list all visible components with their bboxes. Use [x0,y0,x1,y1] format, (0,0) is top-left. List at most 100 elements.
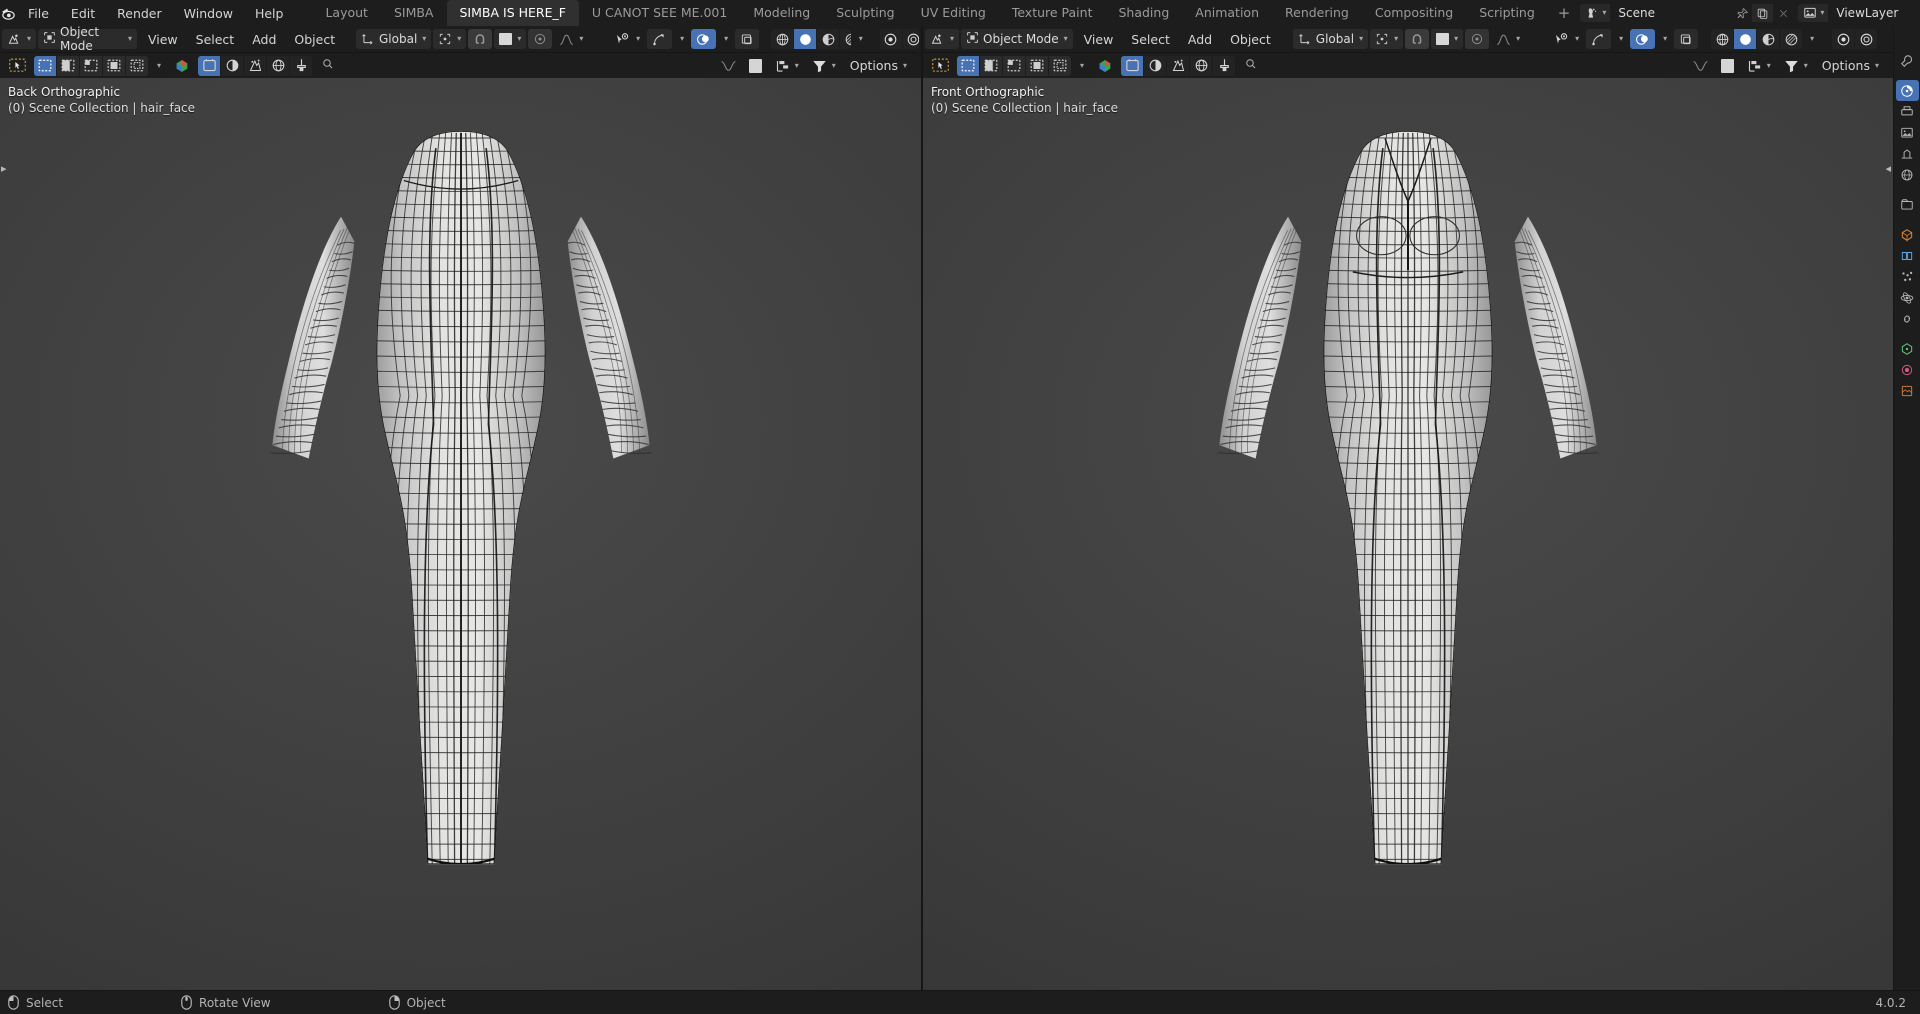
falloff-curve-selector[interactable]: ▾ [1491,29,1525,49]
scene-selector[interactable]: ▾ Scene [1580,4,1795,22]
snap-pivot-icon[interactable]: ▾ [770,56,804,76]
viewport-render-region-icon[interactable] [1855,29,1878,49]
search-field[interactable] [1238,55,1489,76]
tweak-tool-icon[interactable] [4,56,31,76]
particles-icon[interactable] [1167,55,1190,76]
workspace-tab-animation[interactable]: Animation [1182,0,1272,26]
falloff-icon[interactable] [716,56,741,76]
show-gizmo-visibility-icon[interactable]: ▾ [1549,29,1584,49]
workspace-tab-modeling[interactable]: Modeling [740,0,823,26]
viewport-3d[interactable]: ◂ Front Orthographic (0) Scene Collectio… [923,78,1893,990]
world-properties-icon[interactable] [1896,164,1919,185]
pivot-point-selector[interactable]: ▾ [433,29,467,49]
select-subtract-icon[interactable] [80,55,102,76]
workspace-tab-shading[interactable]: Shading [1105,0,1182,26]
scene-name[interactable]: Scene [1610,4,1733,22]
viewport-menu-add[interactable]: Add [1179,29,1221,49]
viewport-menu-object[interactable]: Object [1221,29,1280,49]
shading-dropdown[interactable]: ▾ [1804,29,1819,49]
mesh-object-hair_face[interactable] [1217,110,1599,967]
toggle-xray-icon[interactable] [735,29,760,49]
select-invert-icon[interactable] [1026,55,1048,76]
snap-pivot-icon[interactable]: ▾ [1742,56,1776,76]
workspace-tab-rendering[interactable]: Rendering [1272,0,1362,26]
output-properties-icon[interactable] [1896,101,1919,122]
sidebar-toggle-arrow[interactable]: ▸ [1,162,7,175]
mode-selector[interactable]: Object Mode ▾ [961,29,1073,49]
falloff-curve-selector[interactable]: ▾ [554,29,588,49]
select-intersect-icon[interactable] [126,55,148,76]
shading-dropdown[interactable]: ▾ [853,29,868,49]
scene-properties-icon[interactable] [1896,143,1919,164]
tweak-tool-icon[interactable] [927,56,954,76]
particle-properties-icon[interactable] [1896,266,1919,287]
proportional-edit-icon[interactable] [528,29,553,49]
viewlayer-selector[interactable]: ▾ ViewLayer [1798,4,1920,22]
workspace-tab-simba[interactable]: SIMBA [381,0,447,26]
constraint-properties-icon[interactable] [1896,308,1919,329]
viewport-menu-select[interactable]: Select [187,29,244,49]
particles-icon[interactable] [244,55,267,76]
material-preview-shading-icon[interactable] [1757,29,1780,49]
editor-type-3dview-icon[interactable]: ▾ [925,29,960,49]
menu-help[interactable]: Help [244,0,295,26]
viewport-menu-view[interactable]: View [1075,29,1123,49]
select-intersect-icon[interactable] [1049,55,1071,76]
overlays-icon[interactable] [691,29,717,49]
texture-properties-icon[interactable] [1896,380,1919,401]
proportional-edit-icon[interactable] [1465,29,1490,49]
select-invert-icon[interactable] [103,55,125,76]
world-icon[interactable] [267,55,290,76]
viewport-menu-select[interactable]: Select [1122,29,1179,49]
viewport-3d[interactable]: ▸ Back Orthographic (0) Scene Collection… [0,78,921,990]
pin-icon[interactable] [1732,4,1753,22]
overlays-icon[interactable] [1630,29,1656,49]
snap-target-selector[interactable]: ▾ [1431,29,1464,49]
workspace-tab-texture-paint[interactable]: Texture Paint [999,0,1106,26]
pivot-point-selector[interactable]: ▾ [1370,29,1404,49]
material-preview-shading-icon[interactable] [817,29,840,49]
magnet-icon[interactable] [1405,29,1430,49]
select-extend-icon[interactable] [980,55,1002,76]
workspace-tab-sculpting[interactable]: Sculpting [823,0,907,26]
unlink-icon[interactable] [1773,4,1795,22]
color-swatch-icon[interactable] [744,56,767,76]
viewlayer-name[interactable]: ViewLayer [1828,4,1920,22]
rendered-shading-icon[interactable] [1780,29,1803,49]
rendered-shading-icon[interactable] [840,29,851,49]
view-layer-properties-icon[interactable] [1896,122,1919,143]
object-properties-icon[interactable] [1896,224,1919,245]
viewport-render-region-icon[interactable] [902,29,919,49]
overlays-dropdown[interactable]: ▾ [1657,29,1672,49]
render-properties-icon[interactable] [1895,80,1919,101]
toggle-xray-icon[interactable] [1674,29,1699,49]
material-preview-icon[interactable] [1092,56,1118,76]
filter-funnel-icon[interactable]: ▾ [1779,56,1813,76]
workspace-tab-simba-is-here-f[interactable]: SIMBA IS HERE_F [446,0,579,26]
workspace-tab-layout[interactable]: Layout [312,0,381,26]
solid-shading-icon[interactable] [1734,29,1757,49]
workspace-tab-scripting[interactable]: Scripting [1466,0,1548,26]
brush-icon[interactable] [1213,55,1236,76]
gizmo-dropdown[interactable]: ▾ [1613,29,1628,49]
color-swatch-icon[interactable] [1716,56,1739,76]
world-icon[interactable] [1190,55,1213,76]
filter-funnel-icon[interactable]: ▾ [807,56,841,76]
workspace-tab-u-canot-see-me-001[interactable]: U CANOT SEE ME.001 [579,0,740,26]
physics-properties-icon[interactable] [1896,287,1919,308]
snap-target-selector[interactable]: ▾ [494,29,527,49]
modifier-properties-icon[interactable] [1896,245,1919,266]
wireframe-shading-icon[interactable] [1711,29,1734,49]
viewport-menu-object[interactable]: Object [285,29,344,49]
viewport-menu-view[interactable]: View [139,29,187,49]
editor-type-3dview-icon[interactable]: ▾ [2,29,37,49]
viewport-menu-add[interactable]: Add [243,29,285,49]
transform-orientation-selector[interactable]: Global ▾ [1292,29,1369,49]
gizmo-icon[interactable] [647,29,673,49]
brush-icon[interactable] [290,55,313,76]
show-gizmo-visibility-icon[interactable]: ▾ [610,29,645,49]
gizmo-dropdown[interactable]: ▾ [674,29,689,49]
overlays-dropdown[interactable]: ▾ [718,29,733,49]
tool-dropdown[interactable]: ▾ [151,56,166,76]
mode-selector[interactable]: Object Mode ▾ [38,26,137,52]
